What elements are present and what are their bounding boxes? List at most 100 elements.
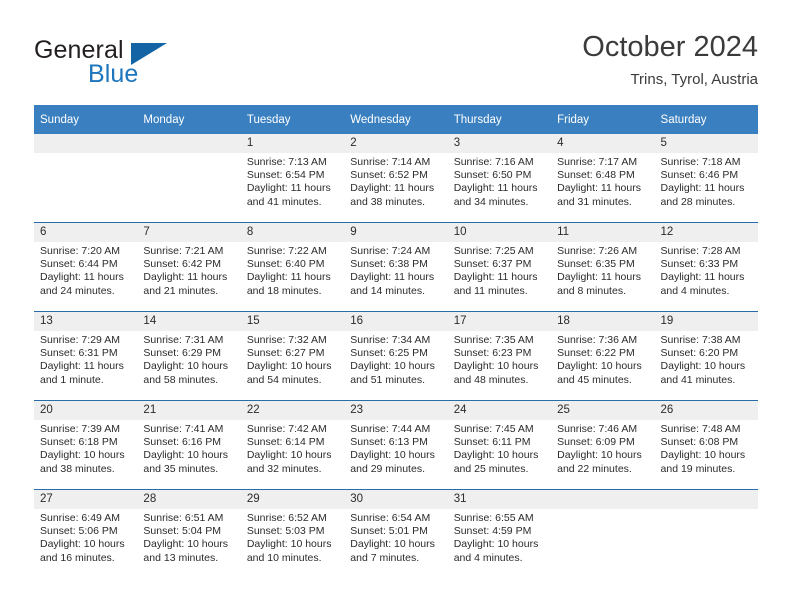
- daylight-duration-line1: Daylight: 10 hours: [557, 360, 642, 373]
- sunset-time: Sunset: 6:37 PM: [453, 258, 532, 271]
- day-number: [551, 490, 655, 509]
- calendar-day-cell[interactable]: 3 Sunrise: 7:16 AM Sunset: 6:50 PM Daylight…: [447, 134, 552, 223]
- calendar-day-cell[interactable]: 5 Sunrise: 7:18 AM Sunset: 6:46 PM Daylight…: [654, 134, 758, 223]
- calendar-day-cell[interactable]: 13 Sunrise: 7:29 AM Sunset: 6:31 PM Dayligh…: [34, 311, 138, 401]
- day-number: 5: [654, 134, 758, 153]
- day-cell-inner: 4 Sunrise: 7:17 AM Sunset: 6:48 PM Daylight…: [551, 134, 655, 222]
- daylight-duration-line1: Daylight: 10 hours: [453, 360, 539, 373]
- day-number: 25: [551, 401, 655, 420]
- sunset-time: Sunset: 6:40 PM: [246, 258, 325, 271]
- calendar-day-cell[interactable]: 15 Sunrise: 7:32 AM Sunset: 6:27 PM Dayligh…: [240, 311, 345, 401]
- daylight-duration-line1: Daylight: 11 hours: [350, 271, 435, 284]
- day-details: Sunrise: 7:41 AM Sunset: 6:16 PM Daylight:…: [137, 420, 240, 476]
- weekday-header-tuesday: Tuesday: [240, 105, 345, 134]
- calendar-week-row: 20 Sunrise: 7:39 AM Sunset: 6:18 PM Dayligh…: [34, 400, 758, 490]
- calendar-day-cell[interactable]: 23 Sunrise: 7:44 AM Sunset: 6:13 PM Dayligh…: [344, 400, 448, 490]
- daylight-duration-line1: Daylight: 10 hours: [40, 538, 125, 551]
- calendar-day-cell[interactable]: 18 Sunrise: 7:36 AM Sunset: 6:22 PM Dayligh…: [551, 311, 655, 401]
- weekday-header-wednesday: Wednesday: [344, 105, 448, 134]
- sunrise-time: Sunrise: 7:28 AM: [660, 245, 741, 257]
- day-number: 30: [344, 490, 448, 509]
- calendar-day-cell[interactable]: 22 Sunrise: 7:42 AM Sunset: 6:14 PM Dayligh…: [240, 400, 345, 490]
- daylight-duration-line1: Daylight: 10 hours: [246, 360, 332, 373]
- daylight-duration-line1: Daylight: 11 hours: [557, 182, 641, 195]
- sunrise-time: Sunrise: 6:51 AM: [143, 512, 224, 524]
- sunset-time: Sunset: 6:35 PM: [557, 258, 635, 271]
- calendar-day-cell[interactable]: 8 Sunrise: 7:22 AM Sunset: 6:40 PM Daylight…: [240, 222, 345, 312]
- day-cell-inner: 12 Sunrise: 7:28 AM Sunset: 6:33 PM Dayligh…: [654, 223, 758, 311]
- calendar-day-cell[interactable]: 9 Sunrise: 7:24 AM Sunset: 6:38 PM Daylight…: [344, 222, 448, 312]
- calendar-day-cell[interactable]: 14 Sunrise: 7:31 AM Sunset: 6:29 PM Dayligh…: [137, 311, 241, 401]
- sunset-time: Sunset: 6:33 PM: [660, 258, 739, 271]
- calendar-day-cell[interactable]: 26 Sunrise: 7:48 AM Sunset: 6:08 PM Dayligh…: [654, 400, 758, 490]
- sunset-time: Sunset: 6:42 PM: [143, 258, 222, 271]
- sunrise-time: Sunrise: 7:41 AM: [143, 423, 224, 435]
- day-cell-inner: [34, 134, 138, 222]
- daylight-duration-line1: Daylight: 11 hours: [246, 182, 331, 195]
- sunset-time: Sunset: 6:16 PM: [143, 436, 222, 449]
- calendar-day-cell[interactable]: 24 Sunrise: 7:45 AM Sunset: 6:11 PM Dayligh…: [447, 400, 552, 490]
- sunrise-time: Sunrise: 7:21 AM: [143, 245, 224, 257]
- calendar-day-cell[interactable]: 17 Sunrise: 7:35 AM Sunset: 6:23 PM Dayligh…: [447, 311, 552, 401]
- day-number: [137, 134, 241, 153]
- day-details: Sunrise: 7:22 AM Sunset: 6:40 PM Daylight:…: [241, 242, 344, 298]
- sunset-time: Sunset: 6:14 PM: [246, 436, 325, 449]
- day-details: Sunrise: 7:39 AM Sunset: 6:18 PM Daylight:…: [34, 420, 137, 476]
- calendar-day-cell[interactable]: 25 Sunrise: 7:46 AM Sunset: 6:09 PM Dayligh…: [551, 400, 655, 490]
- calendar-day-cell[interactable]: 10 Sunrise: 7:25 AM Sunset: 6:37 PM Dayligh…: [447, 222, 552, 312]
- calendar-day-cell[interactable]: 29 Sunrise: 6:52 AM Sunset: 5:03 PM Dayligh…: [240, 489, 345, 578]
- day-number: 21: [137, 401, 241, 420]
- weekday-header-thursday: Thursday: [447, 105, 552, 134]
- day-cell-inner: 10 Sunrise: 7:25 AM Sunset: 6:37 PM Dayligh…: [447, 223, 552, 311]
- calendar-day-cell[interactable]: 7 Sunrise: 7:21 AM Sunset: 6:42 PM Daylight…: [137, 222, 241, 312]
- sunrise-time: Sunrise: 7:34 AM: [350, 334, 431, 346]
- daylight-duration-line2: and 11 minutes.: [453, 284, 528, 297]
- calendar-day-cell[interactable]: 12 Sunrise: 7:28 AM Sunset: 6:33 PM Dayligh…: [654, 222, 758, 312]
- sunrise-time: Sunrise: 7:20 AM: [40, 245, 120, 257]
- calendar-day-cell[interactable]: 1 Sunrise: 7:13 AM Sunset: 6:54 PM Daylight…: [240, 134, 345, 223]
- day-number: [34, 134, 138, 153]
- calendar-day-cell[interactable]: 16 Sunrise: 7:34 AM Sunset: 6:25 PM Dayligh…: [344, 311, 448, 401]
- calendar-day-cell[interactable]: 30 Sunrise: 6:54 AM Sunset: 5:01 PM Dayligh…: [344, 489, 448, 578]
- day-number: 16: [344, 312, 448, 331]
- daylight-duration-line2: and 54 minutes.: [246, 373, 322, 386]
- calendar-day-cell[interactable]: 4 Sunrise: 7:17 AM Sunset: 6:48 PM Daylight…: [551, 134, 655, 223]
- day-cell-inner: [654, 490, 758, 578]
- calendar-day-cell[interactable]: 31 Sunrise: 6:55 AM Sunset: 4:59 PM Dayligh…: [447, 489, 552, 578]
- sunset-time: Sunset: 6:08 PM: [660, 436, 739, 449]
- sunset-time: Sunset: 6:46 PM: [660, 169, 739, 182]
- day-cell-inner: 30 Sunrise: 6:54 AM Sunset: 5:01 PM Dayligh…: [344, 490, 448, 578]
- calendar-day-cell[interactable]: 27 Sunrise: 6:49 AM Sunset: 5:06 PM Dayligh…: [34, 489, 138, 578]
- daylight-duration-line1: Daylight: 11 hours: [40, 271, 124, 284]
- calendar-day-cell[interactable]: 11 Sunrise: 7:26 AM Sunset: 6:35 PM Dayligh…: [551, 222, 655, 312]
- title-block: October 2024 Trins, Tyrol, Austria: [582, 30, 758, 90]
- day-details: Sunrise: 7:13 AM Sunset: 6:54 PM Daylight:…: [241, 153, 344, 209]
- calendar-day-cell[interactable]: 19 Sunrise: 7:38 AM Sunset: 6:20 PM Dayligh…: [654, 311, 758, 401]
- daylight-duration-line2: and 4 minutes.: [453, 551, 523, 564]
- day-cell-inner: 15 Sunrise: 7:32 AM Sunset: 6:27 PM Dayligh…: [240, 312, 345, 400]
- daylight-duration-line2: and 41 minutes.: [246, 195, 322, 208]
- calendar-cell-empty: [654, 489, 758, 578]
- daylight-duration-line2: and 29 minutes.: [350, 462, 425, 475]
- sunrise-time: Sunrise: 7:14 AM: [350, 156, 431, 168]
- calendar-day-cell[interactable]: 21 Sunrise: 7:41 AM Sunset: 6:16 PM Dayligh…: [137, 400, 241, 490]
- sunset-time: Sunset: 6:44 PM: [40, 258, 118, 271]
- sunrise-time: Sunrise: 7:31 AM: [143, 334, 224, 346]
- calendar-day-cell[interactable]: 2 Sunrise: 7:14 AM Sunset: 6:52 PM Daylight…: [344, 134, 448, 223]
- day-details: Sunrise: 7:16 AM Sunset: 6:50 PM Daylight:…: [448, 153, 551, 209]
- sunset-time: Sunset: 6:50 PM: [453, 169, 532, 182]
- day-cell-inner: 6 Sunrise: 7:20 AM Sunset: 6:44 PM Daylight…: [34, 223, 138, 311]
- sunset-time: Sunset: 6:09 PM: [557, 436, 635, 449]
- calendar-day-cell[interactable]: 20 Sunrise: 7:39 AM Sunset: 6:18 PM Dayligh…: [34, 400, 138, 490]
- calendar-day-cell[interactable]: 28 Sunrise: 6:51 AM Sunset: 5:04 PM Dayligh…: [137, 489, 241, 578]
- sunrise-time: Sunrise: 7:42 AM: [246, 423, 327, 435]
- day-details: Sunrise: 7:21 AM Sunset: 6:42 PM Daylight:…: [137, 242, 240, 298]
- day-details: Sunrise: 6:54 AM Sunset: 5:01 PM Daylight:…: [344, 509, 447, 565]
- day-number: 23: [344, 401, 448, 420]
- sunset-time: Sunset: 6:54 PM: [246, 169, 325, 182]
- day-details: Sunrise: 7:20 AM Sunset: 6:44 PM Daylight:…: [34, 242, 137, 298]
- day-details: Sunrise: 6:52 AM Sunset: 5:03 PM Daylight:…: [241, 509, 344, 565]
- daylight-duration-line2: and 14 minutes.: [350, 284, 425, 297]
- day-number: 29: [240, 490, 345, 509]
- calendar-day-cell[interactable]: 6 Sunrise: 7:20 AM Sunset: 6:44 PM Daylight…: [34, 222, 138, 312]
